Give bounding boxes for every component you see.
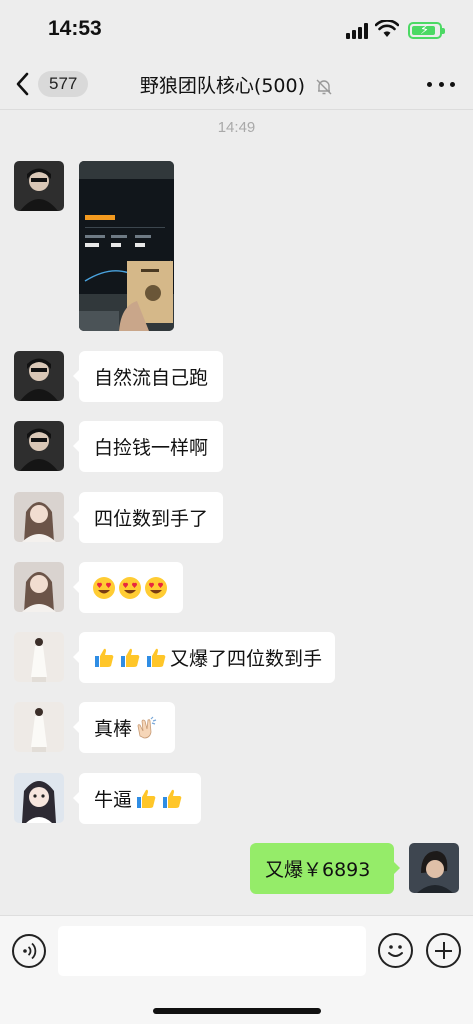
emoji-message-bubble[interactable] — [73, 562, 183, 613]
message-bubble[interactable]: 自然流自己跑 — [72, 351, 224, 402]
message-bubble[interactable]: 牛逼 — [72, 773, 202, 824]
message-text: 牛逼 — [94, 789, 133, 811]
message-bubble[interactable]: 又爆了四位数到手 — [72, 632, 336, 683]
message-text: 又爆￥6893 — [265, 859, 371, 881]
woman-white-dress-avatar[interactable] — [14, 632, 64, 682]
message-text: 真棒 — [94, 718, 133, 740]
thumbs-up-emoji — [137, 789, 156, 808]
woman-light-avatar[interactable] — [14, 562, 64, 612]
signal-icon — [346, 23, 370, 39]
emoji-face-icon[interactable] — [378, 933, 413, 968]
thumbs-up-emoji — [163, 789, 182, 808]
timestamp: 14:49 — [217, 119, 256, 136]
man-dark-avatar[interactable] — [14, 421, 64, 471]
message-bubble[interactable]: 白捡钱一样啊 — [72, 421, 224, 472]
message-text: 四位数到手了 — [94, 508, 209, 530]
input-bar — [0, 915, 473, 1024]
message-list[interactable]: 14:49 自然流自己跑 白捡钱一样啊 四位数到手了 又爆了四位数到手 真棒 牛… — [0, 111, 473, 915]
shared-photo[interactable] — [79, 161, 174, 331]
message-bubble[interactable]: 真棒 — [72, 702, 176, 753]
woman-white-dress-avatar[interactable] — [14, 702, 64, 752]
sent-message-bubble[interactable]: 又爆￥6893 — [250, 843, 400, 894]
mute-bell-icon — [316, 79, 332, 94]
thumbs-up-emoji — [121, 648, 140, 667]
status-time: 14:53 — [48, 17, 102, 40]
man-dark-avatar[interactable] — [14, 351, 64, 401]
chat-title: 野狼团队核心(500) — [0, 71, 473, 98]
message-text: 又爆了四位数到手 — [170, 648, 323, 670]
plus-icon[interactable] — [426, 933, 461, 968]
chat-title-text: 野狼团队核心(500) — [139, 75, 306, 97]
heart-eyes-emoji — [145, 576, 167, 599]
chat-screen: 14:53 ⚡ 577 野狼团队核心(500) 14:49 自然流自己跑 白捡钱… — [0, 0, 473, 1024]
message-input[interactable] — [58, 926, 366, 976]
battery-charging-icon: ⚡ — [408, 22, 445, 39]
girl-avatar[interactable] — [14, 773, 64, 823]
thumbs-up-emoji — [95, 648, 114, 667]
more-dots-icon[interactable] — [427, 74, 455, 94]
status-bar: 14:53 ⚡ — [0, 0, 473, 58]
message-text: 自然流自己跑 — [94, 367, 209, 389]
self-avatar[interactable] — [409, 843, 459, 893]
voice-icon[interactable] — [12, 934, 46, 968]
home-indicator — [153, 1008, 321, 1014]
message-text: 白捡钱一样啊 — [94, 437, 209, 459]
woman-light-avatar[interactable] — [14, 492, 64, 542]
nav-bar: 577 野狼团队核心(500) — [0, 58, 473, 110]
wifi-icon — [375, 20, 399, 37]
clapping-hands-emoji — [137, 716, 157, 738]
thumbs-up-emoji — [147, 648, 166, 667]
man-dark-avatar[interactable] — [14, 161, 64, 211]
message-bubble[interactable]: 四位数到手了 — [72, 492, 224, 543]
heart-eyes-emoji — [119, 576, 141, 599]
heart-eyes-emoji — [93, 576, 115, 599]
